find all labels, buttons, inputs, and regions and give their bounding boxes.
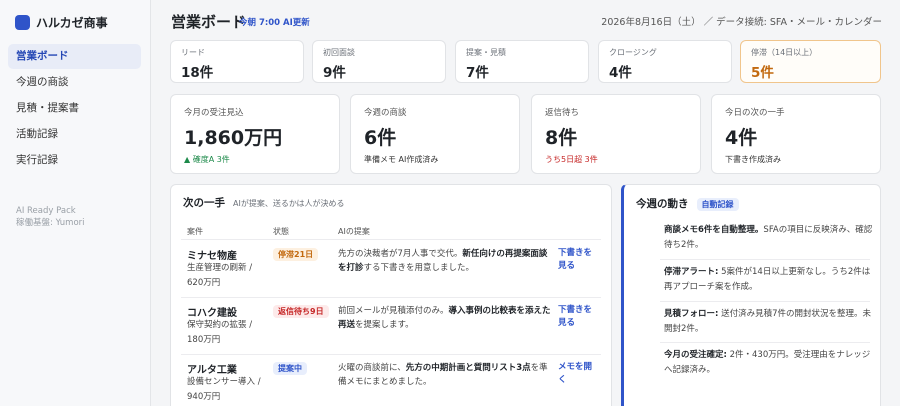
stage-card-stalled[interactable]: 停滞（14日以上） 5件 — [740, 40, 881, 83]
table-row: コハク建設 保守契約の拡張 / 180万円 返信待ち9日 前回メールが見積添付の… — [181, 297, 601, 355]
panel-title: 今週の動き — [636, 198, 689, 210]
ai-proposal: 先方の決裁者が7月人事で交代。新任向けの再提案面談を打診する下書きを用意しました… — [338, 247, 552, 275]
kpi-sub: うち5日超 3件 — [545, 155, 598, 164]
panel-title: 次の一手 — [183, 197, 225, 209]
kpi-label: 今週の商談 — [364, 108, 407, 118]
ai-text: 火曜の商談前に、 — [338, 363, 406, 373]
company-name: コハク建設 — [187, 308, 237, 319]
kpi-card-awaiting-reply[interactable]: 返信待ち 8件 うち5日超 3件 — [531, 94, 701, 174]
auto-record-badge: 自動記録 — [696, 198, 739, 211]
activity-item: 商談メモ6件を自動整理。SFAの項目に反映済み、確認待ち2件。 — [664, 223, 876, 253]
deal-detail: 生産管理の刷新 / 620万円 — [187, 263, 253, 288]
sidebar-nav: 営業ボード 今週の商談 見積・提案書 活動記録 実行記録 — [8, 44, 141, 174]
sidebar-item-execution-log[interactable]: 実行記録 — [8, 148, 141, 173]
table-row: ミナセ物産 生産管理の刷新 / 620万円 停滞21日 先方の決裁者が7月人事で… — [181, 240, 601, 298]
stage-label: 初回面談 — [323, 48, 355, 57]
kpi-value: 4件 — [725, 127, 758, 149]
kpi-sub: 準備メモ AI作成済み — [364, 155, 439, 164]
stage-value: 5件 — [751, 65, 774, 81]
page-title: 営業ボード — [171, 13, 247, 31]
company-name: アルタ工業 — [187, 365, 237, 376]
ai-text: を提案します。 — [355, 320, 414, 330]
kpi-card-next-actions[interactable]: 今日の次の一手 4件 下書き作成済み — [711, 94, 881, 174]
deal-detail: 保守契約の拡張 / 180万円 — [187, 320, 253, 345]
divider — [660, 301, 870, 302]
kpi-value: 1,860万円 — [184, 127, 283, 149]
footer-pack-name: AI Ready Pack — [16, 206, 76, 216]
divider — [660, 259, 870, 260]
sidebar-item-sales-board[interactable]: 営業ボード — [8, 44, 141, 69]
stage-card-lead[interactable]: リード 18件 — [170, 40, 304, 83]
stage-label: クロージング — [609, 48, 657, 57]
view-draft-link[interactable]: 下書きを見る — [558, 247, 598, 273]
ai-text: する下書きを用意しました。 — [363, 263, 475, 273]
kpi-label: 返信待ち — [545, 108, 580, 118]
activity-item: 今月の受注確定: 2件・430万円。受注理由をナレッジへ記録済み。 — [664, 348, 876, 378]
ai-proposal: 前回メールが見積添付のみ。導入事例の比較表を添えた再送を提案します。 — [338, 304, 552, 332]
stage-label: 停滞（14日以上） — [751, 48, 818, 57]
stage-card-proposal[interactable]: 提案・見積 7件 — [455, 40, 589, 83]
activity-item: 見積フォロー: 送付済み見積7件の開封状況を整理。未開封2件。 — [664, 307, 876, 337]
weekly-activity-panel: 今週の動き 自動記録 商談メモ6件を自動整理。SFAの項目に反映済み、確認待ち2… — [621, 184, 881, 406]
sidebar-footer: AI Ready Pack 稼働基盤: Yumori — [16, 205, 85, 229]
kpi-label: 今月の受注見込 — [184, 108, 244, 118]
stage-card-first-meeting[interactable]: 初回面談 9件 — [312, 40, 446, 83]
ai-text: 前回メールが見積添付のみ。 — [338, 306, 449, 316]
stage-value: 18件 — [181, 65, 214, 81]
sidebar: ハルカゼ商事 営業ボード 今週の商談 見積・提案書 活動記録 実行記録 AI R… — [0, 0, 151, 406]
brand-logo-icon — [15, 15, 30, 30]
view-draft-link[interactable]: 下書きを見る — [558, 304, 598, 330]
status-badge: 返信待ち9日 — [273, 305, 329, 318]
kpi-sub: ▲ 確度A 3件 — [184, 155, 230, 164]
date-and-sources: 2026年8月16日（土） ／ データ接続: SFA・メール・カレンダー — [601, 17, 882, 28]
ai-highlight: 先方の中期計画と質問リスト3点 — [405, 363, 531, 373]
stage-card-closing[interactable]: クロージング 4件 — [598, 40, 732, 83]
ai-proposal: 火曜の商談前に、先方の中期計画と質問リスト3点を準備メモにまとめました。 — [338, 361, 552, 389]
ai-text: 先方の決裁者が7月人事で交代。 — [338, 249, 463, 259]
kpi-value: 8件 — [545, 127, 578, 149]
status-badge: 提案中 — [273, 362, 307, 375]
stage-value: 7件 — [466, 65, 489, 81]
stage-label: 提案・見積 — [466, 48, 506, 57]
activity-headline: 停滞アラート: — [664, 267, 719, 277]
company-name: ミナセ物産 — [187, 251, 237, 262]
status-badge: 停滞21日 — [273, 248, 319, 261]
deal-detail: 設備センサー導入 / 940万円 — [187, 377, 261, 402]
kpi-label: 今日の次の一手 — [725, 108, 785, 118]
divider — [660, 342, 870, 343]
column-header-status: 状態 — [273, 227, 289, 236]
kpi-sub: 下書き作成済み — [725, 155, 781, 164]
brand-name: ハルカゼ商事 — [36, 16, 108, 30]
activity-item: 停滞アラート: 5案件が14日以上更新なし。うち2件は再アプローチ案を作成。 — [664, 265, 876, 295]
footer-platform: 稼働基盤: Yumori — [16, 218, 85, 228]
activity-headline: 商談メモ6件を自動整理。 — [664, 225, 764, 235]
stage-value: 4件 — [609, 65, 632, 81]
main-area: 営業ボード 今朝 7:00 AI更新 2026年8月16日（土） ／ データ接続… — [151, 0, 900, 406]
open-memo-link[interactable]: メモを開く — [558, 361, 598, 387]
kpi-value: 6件 — [364, 127, 397, 149]
activity-headline: 今月の受注確定: — [664, 350, 727, 360]
kpi-card-expected-orders[interactable]: 今月の受注見込 1,860万円 ▲ 確度A 3件 — [170, 94, 340, 174]
activity-headline: 見積フォロー: — [664, 309, 719, 319]
column-header-deal: 案件 — [187, 227, 203, 236]
stage-label: リード — [181, 48, 205, 57]
sidebar-item-weekly-deals[interactable]: 今週の商談 — [8, 70, 141, 95]
ai-update-badge: 今朝 7:00 AI更新 — [239, 18, 310, 28]
kpi-card-weekly-deals[interactable]: 今週の商談 6件 準備メモ AI作成済み — [350, 94, 520, 174]
panel-subtitle: AIが提案、送るかは人が決める — [233, 199, 345, 208]
brand[interactable]: ハルカゼ商事 — [15, 14, 108, 31]
table-row: アルタ工業 設備センサー導入 / 940万円 提案中 火曜の商談前に、先方の中期… — [181, 354, 601, 406]
stage-value: 9件 — [323, 65, 346, 81]
sidebar-item-quotes[interactable]: 見積・提案書 — [8, 96, 141, 121]
next-actions-panel: 次の一手 AIが提案、送るかは人が決める 案件 状態 AIの提案 ミナセ物産 生… — [170, 184, 612, 406]
sidebar-item-activity-log[interactable]: 活動記録 — [8, 122, 141, 147]
column-header-ai-proposal: AIの提案 — [338, 227, 370, 236]
